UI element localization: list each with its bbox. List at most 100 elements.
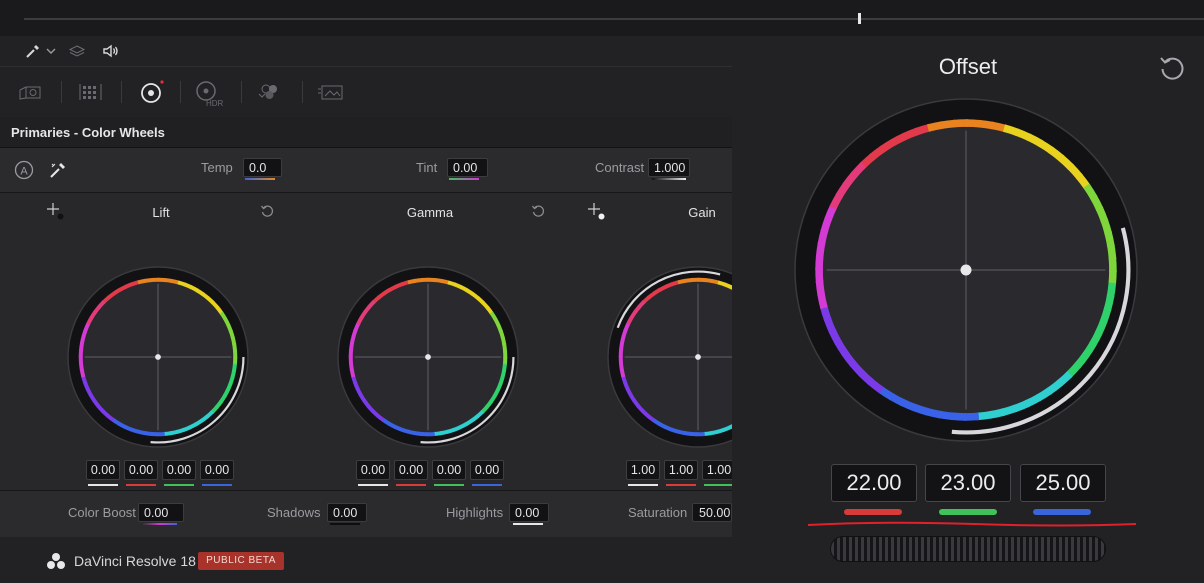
bottom-params-row: Color Boost 0.00 Shadows 0.00 Highlights… <box>0 490 732 538</box>
svg-text:A: A <box>20 166 28 178</box>
lift-color-wheel[interactable] <box>67 266 249 448</box>
offset-color-wheel[interactable] <box>794 98 1138 442</box>
gain-green-field[interactable]: 1.00 <box>702 460 732 480</box>
lift-reset-icon[interactable] <box>258 202 276 220</box>
chevron-down-icon[interactable] <box>44 41 58 61</box>
toolbar-divider <box>241 81 242 103</box>
gain-wheel-clip <box>600 253 732 453</box>
offset-red-bar <box>844 509 902 515</box>
offset-title: Offset <box>938 54 998 79</box>
gain-red-field[interactable]: 1.00 <box>664 460 698 480</box>
lift-values: 0.00 0.00 0.00 0.00 <box>86 460 234 490</box>
section-header: Primaries - Color Wheels <box>0 117 732 148</box>
camera-raw-icon[interactable] <box>16 79 46 105</box>
highlights-field[interactable]: 0.00 <box>509 503 549 522</box>
wheel-graphic <box>67 266 249 448</box>
lift-red-field[interactable]: 0.00 <box>124 460 158 480</box>
primaries-params-row: A Temp 0.0 Tint 0.00 Contrast 1.000 <box>0 148 732 193</box>
gamma-values: 0.00 0.00 0.00 0.00 <box>356 460 504 490</box>
wheel-graphic <box>794 98 1138 442</box>
color-page-panel: HDR Primaries - Color Wheels A Temp 0.0 … <box>0 36 732 583</box>
gamma-reset-icon[interactable] <box>529 202 547 220</box>
gamma-red-field[interactable]: 0.00 <box>394 460 428 480</box>
public-beta-badge: PUBLIC BETA <box>198 552 284 570</box>
toolbar-divider <box>121 81 122 103</box>
hdr-label: HDR <box>206 99 224 108</box>
wheel-graphic <box>337 266 519 448</box>
davinci-logo-icon <box>46 551 66 571</box>
shadows-bar <box>330 523 360 525</box>
gamma-master-field[interactable]: 0.00 <box>356 460 390 480</box>
app-footer: DaVinci Resolve 18 PUBLIC BETA <box>0 537 732 583</box>
offset-red-field[interactable]: 22.00 <box>831 464 917 502</box>
offset-green-field[interactable]: 23.00 <box>925 464 1011 502</box>
app-name: DaVinci Resolve 18 <box>74 553 196 569</box>
highlights-bar <box>513 523 543 525</box>
gain-values: 1.00 1.00 1.00 <box>626 460 732 490</box>
wheel-graphic <box>607 266 732 448</box>
tint-gradient-bar <box>449 178 479 180</box>
gamma-blue-field[interactable]: 0.00 <box>470 460 504 480</box>
offset-master-wheel[interactable] <box>830 536 1106 562</box>
highlights-label: Highlights <box>446 505 504 520</box>
viewer-options-bar <box>0 36 732 66</box>
eyedropper-icon[interactable] <box>24 40 42 62</box>
color-wheels-icon[interactable] <box>136 78 166 106</box>
gamma-red-bar <box>396 484 426 486</box>
layers-icon[interactable] <box>67 40 87 62</box>
offset-green-bar <box>939 509 997 515</box>
offset-zoom-panel: Offset 22.00 23.00 25.00 <box>732 36 1204 583</box>
saturation-label: Saturation <box>628 505 688 520</box>
toolbar-divider <box>61 81 62 103</box>
gamma-green-field[interactable]: 0.00 <box>432 460 466 480</box>
gain-master-field[interactable]: 1.00 <box>626 460 660 480</box>
color-match-icon[interactable] <box>76 79 106 105</box>
auto-balance-icon[interactable]: A <box>14 160 34 180</box>
gain-master-bar <box>628 484 658 486</box>
gain-color-wheel[interactable] <box>607 266 732 448</box>
lift-master-field[interactable]: 0.00 <box>86 460 120 480</box>
lift-title: Lift <box>152 205 170 220</box>
lift-master-bar <box>88 484 118 486</box>
section-title: Primaries - Color Wheels <box>11 125 165 140</box>
toolbar-divider <box>302 81 303 103</box>
contrast-gradient-bar <box>652 178 686 180</box>
temp-field[interactable]: 0.0 <box>243 158 282 177</box>
saturation-field[interactable]: 50.00 <box>692 503 732 522</box>
shadows-field[interactable]: 0.00 <box>327 503 367 522</box>
rgb-mixer-icon[interactable] <box>255 79 285 105</box>
tint-field[interactable]: 0.00 <box>447 158 488 177</box>
gamma-master-bar <box>358 484 388 486</box>
playhead[interactable] <box>858 13 861 24</box>
lift-blue-bar <box>202 484 232 486</box>
lift-green-field[interactable]: 0.00 <box>162 460 196 480</box>
gamma-green-bar <box>434 484 464 486</box>
lift-green-bar <box>164 484 194 486</box>
contrast-field[interactable]: 1.000 <box>648 158 690 177</box>
offset-blue-bar <box>1033 509 1091 515</box>
gain-picker-icon[interactable] <box>587 202 605 220</box>
speaker-icon[interactable] <box>100 40 122 62</box>
offset-blue-field[interactable]: 25.00 <box>1020 464 1106 502</box>
gamma-color-wheel[interactable] <box>337 266 519 448</box>
gain-green-bar <box>704 484 732 486</box>
gamma-title: Gamma <box>406 205 454 220</box>
color-boost-field[interactable]: 0.00 <box>138 503 184 522</box>
lift-picker-icon[interactable] <box>46 202 64 220</box>
white-balance-picker-icon[interactable] <box>46 158 70 182</box>
timeline-track[interactable] <box>24 18 1204 20</box>
gain-red-bar <box>666 484 696 486</box>
annotation-underline <box>807 521 1137 527</box>
temp-gradient-bar <box>245 178 275 180</box>
lift-red-bar <box>126 484 156 486</box>
lift-blue-field[interactable]: 0.00 <box>200 460 234 480</box>
palette-toolbar: HDR <box>0 66 732 118</box>
color-boost-bar <box>143 523 177 525</box>
color-boost-label: Color Boost <box>68 505 136 520</box>
timeline-scrubber[interactable] <box>0 0 1204 36</box>
gamma-blue-bar <box>472 484 502 486</box>
motion-effects-icon[interactable] <box>316 79 346 105</box>
contrast-label: Contrast <box>595 160 645 175</box>
offset-reset-icon[interactable] <box>1156 52 1188 84</box>
toolbar-divider <box>180 81 181 103</box>
